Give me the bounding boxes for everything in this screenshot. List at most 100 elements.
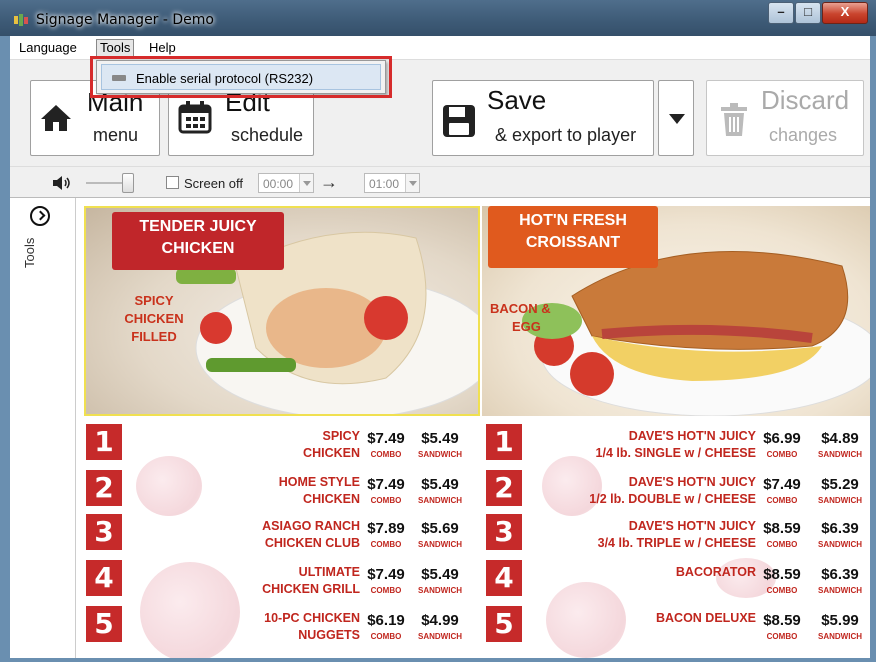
highlight-box xyxy=(90,56,392,98)
to-time-select[interactable]: 01:00 xyxy=(364,173,420,193)
right-sandwich-price: $5.99 xyxy=(821,612,859,629)
close-icon: X xyxy=(840,4,850,19)
chevron-right-circle-icon[interactable] xyxy=(30,206,50,226)
save-title: Save xyxy=(487,85,547,115)
tools-sidebar-label: Tools xyxy=(22,237,37,268)
right-sub-line1: BACON & xyxy=(490,301,551,316)
combo-label: COMBO xyxy=(370,450,402,459)
sandwich-label: SANDWICH xyxy=(818,632,862,641)
client-area: Language Tools Help Main menu Edit sched… xyxy=(10,36,870,658)
screen-off-checkbox[interactable] xyxy=(166,176,179,189)
right-item-name: DAVE'S HOT'N JUICY 1/2 lb. DOUBLE w / CHE… xyxy=(589,475,756,506)
right-sandwich-price: $6.39 xyxy=(821,566,859,583)
tools-sidebar: Tools xyxy=(10,198,76,658)
right-heading-tag: HOT'N FRESH CROISSANT xyxy=(488,206,658,268)
discard-changes-button[interactable]: Discard changes xyxy=(706,80,864,156)
right-combo-price: $8.59 xyxy=(763,520,801,537)
discard-title: Discard xyxy=(761,85,850,115)
menu-help[interactable]: Help xyxy=(146,40,179,56)
volume-slider-thumb[interactable] xyxy=(122,173,134,193)
croissant-photo: HOT'N FRESH CROISSANT BACON & EGG xyxy=(482,206,870,416)
right-item-number: 4 xyxy=(486,560,522,596)
left-item-number: 5 xyxy=(86,606,122,642)
combo-label: COMBO xyxy=(766,632,798,641)
left-combo-price: $7.49 xyxy=(367,476,405,493)
left-heading-tag: TENDER JUICY CHICKEN xyxy=(112,212,284,270)
left-sub-line2: CHICKEN xyxy=(124,311,184,326)
combo-label: COMBO xyxy=(370,632,402,641)
discard-subtitle: changes xyxy=(769,125,838,145)
arrow-right-icon: → xyxy=(320,172,338,192)
close-button[interactable]: X xyxy=(822,2,868,24)
sandwich-label: SANDWICH xyxy=(818,586,862,595)
left-subheading: SPICY CHICKEN FILLED xyxy=(114,292,194,346)
right-item-name: DAVE'S HOT'N JUICY 1/4 lb. SINGLE w / CHE… xyxy=(595,429,756,460)
sandwich-label: SANDWICH xyxy=(418,450,462,459)
right-combo-price: $6.99 xyxy=(763,430,801,447)
maximize-button[interactable]: □ xyxy=(795,2,821,24)
combo-label: COMBO xyxy=(370,540,402,549)
signage-preview: TENDER JUICY CHICKEN SPICY CHICKEN FILLE… xyxy=(76,198,870,658)
sandwich-label: SANDWICH xyxy=(418,496,462,505)
right-item-number: 3 xyxy=(486,514,522,550)
minimize-icon: – xyxy=(777,4,785,19)
left-item-name: SPICY CHICKEN xyxy=(303,429,360,460)
floppy-disk-icon xyxy=(443,105,475,137)
window-title: Signage Manager - Demo xyxy=(36,12,214,28)
save-subtitle: & export to player xyxy=(495,125,637,145)
decorative-blob xyxy=(136,456,202,516)
combo-label: COMBO xyxy=(766,496,798,505)
sandwich-label: SANDWICH xyxy=(418,540,462,549)
left-item-name: 10-PC CHICKEN NUGGETS xyxy=(264,611,360,642)
menu-tools[interactable]: Tools xyxy=(96,39,135,57)
left-combo-price: $7.49 xyxy=(367,430,405,447)
right-item-name: BACON DELUXE xyxy=(655,611,756,625)
right-sandwich-price: $4.89 xyxy=(821,430,859,447)
calendar-icon xyxy=(178,101,212,134)
save-options-dropdown[interactable] xyxy=(658,80,694,156)
screen-off-label: Screen off xyxy=(184,176,244,191)
from-time-value: 00:00 xyxy=(263,177,294,191)
left-heading-line1: TENDER JUICY xyxy=(139,218,257,235)
save-export-button[interactable]: Save & export to player xyxy=(432,80,654,156)
chevron-down-icon xyxy=(299,174,313,192)
right-combo-price: $8.59 xyxy=(763,612,801,629)
left-sandwich-price: $5.69 xyxy=(421,520,459,537)
right-heading-line2: CROISSANT xyxy=(525,234,621,251)
right-heading-line1: HOT'N FRESH xyxy=(519,212,627,229)
left-item-number: 4 xyxy=(86,560,122,596)
left-combo-price: $7.49 xyxy=(367,566,405,583)
left-item-number: 3 xyxy=(86,514,122,550)
combo-label: COMBO xyxy=(370,586,402,595)
from-time-select[interactable]: 00:00 xyxy=(258,173,314,193)
right-item-number: 5 xyxy=(486,606,522,642)
sandwich-label: SANDWICH xyxy=(418,586,462,595)
chevron-down-icon xyxy=(669,114,685,124)
schedule-bar: Screen off 00:00 → 01:00 xyxy=(10,166,870,198)
combo-label: COMBO xyxy=(766,586,798,595)
chicken-wrap-photo: TENDER JUICY CHICKEN SPICY CHICKEN FILLE… xyxy=(84,206,480,416)
right-item-name: BACORATOR xyxy=(675,565,756,579)
sandwich-label: SANDWICH xyxy=(818,540,862,549)
chevron-down-icon xyxy=(405,174,419,192)
to-time-value: 01:00 xyxy=(369,177,400,191)
left-item-number: 1 xyxy=(86,424,122,460)
speaker-icon[interactable] xyxy=(52,176,72,190)
maximize-icon: □ xyxy=(804,4,812,19)
left-sandwich-price: $5.49 xyxy=(421,476,459,493)
left-sandwich-price: $4.99 xyxy=(421,612,459,629)
left-sandwich-price: $5.49 xyxy=(421,566,459,583)
sandwich-label: SANDWICH xyxy=(818,450,862,459)
left-item-number: 2 xyxy=(86,470,122,506)
right-item-number: 1 xyxy=(486,424,522,460)
combo-label: COMBO xyxy=(766,540,798,549)
right-sub-line2: EGG xyxy=(512,319,541,334)
minimize-button[interactable]: – xyxy=(768,2,794,24)
title-bar: Signage Manager - Demo – □ X xyxy=(0,0,876,36)
left-sandwich-price: $5.49 xyxy=(421,430,459,447)
sandwich-label: SANDWICH xyxy=(818,496,862,505)
left-item-name: ULTIMATE CHICKEN GRILL xyxy=(262,565,360,596)
right-sandwich-price: $6.39 xyxy=(821,520,859,537)
left-combo-price: $7.89 xyxy=(367,520,405,537)
menu-language[interactable]: Language xyxy=(16,40,80,56)
